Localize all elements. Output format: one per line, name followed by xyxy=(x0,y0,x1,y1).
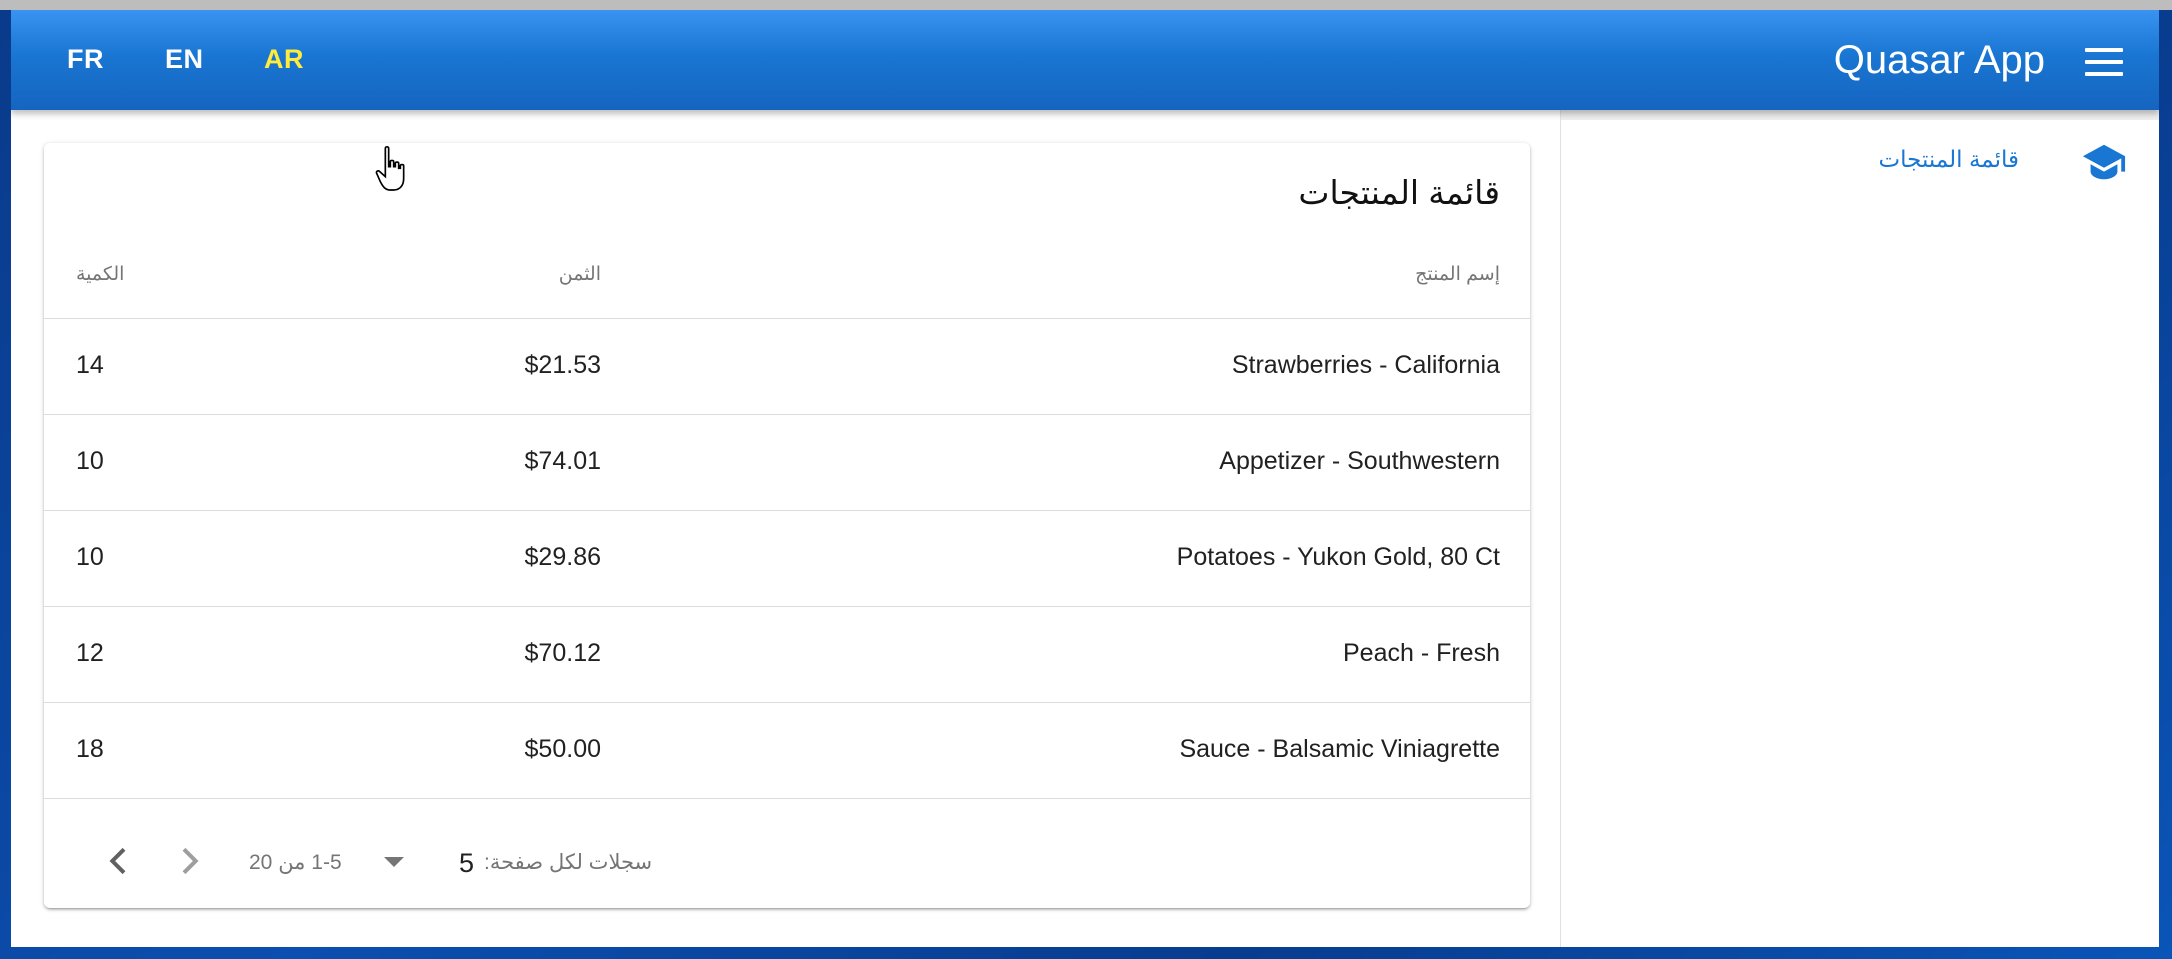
products-table-card: قائمة المنتجات الكمية الثمن إسم المنتج 1… xyxy=(44,143,1530,908)
table-row[interactable]: 10 $29.86 Potatoes - Yukon Gold, 80 Ct xyxy=(44,511,1530,607)
cell-quantity: 10 xyxy=(76,543,104,571)
pagination-range: 1-5 من 20 xyxy=(249,851,342,874)
app-header: FR EN AR Quasar App xyxy=(11,10,2159,110)
cell-quantity: 18 xyxy=(76,735,104,763)
cell-price: $29.86 xyxy=(524,543,601,571)
cell-name: Sauce - Balsamic Viniagrette xyxy=(1179,735,1500,763)
drawer-item-label: قائمة المنتجات xyxy=(1878,146,2019,172)
rows-per-page-select[interactable]: 5 xyxy=(384,841,474,881)
cell-quantity: 10 xyxy=(76,447,104,475)
window-top-strip xyxy=(0,0,2172,10)
drawer-item-products[interactable]: قائمة المنتجات xyxy=(1561,138,2159,198)
table-row[interactable]: 14 $21.53 Strawberries - California xyxy=(44,319,1530,415)
column-header-name[interactable]: إسم المنتج xyxy=(1415,263,1500,286)
cell-quantity: 14 xyxy=(76,351,104,379)
cell-price: $70.12 xyxy=(524,639,601,667)
rows-per-page-value: 5 xyxy=(458,848,474,878)
cell-name: Appetizer - Southwestern xyxy=(1219,447,1500,475)
language-fr-button[interactable]: FR xyxy=(67,44,104,75)
table-row[interactable]: 18 $50.00 Sauce - Balsamic Viniagrette xyxy=(44,703,1530,799)
graduation-cap-icon xyxy=(2082,144,2126,180)
chevron-left-icon[interactable] xyxy=(99,841,139,881)
language-en-button[interactable]: EN xyxy=(165,44,204,75)
cell-price: $21.53 xyxy=(524,351,601,379)
hand-cursor-icon xyxy=(375,146,405,191)
table-row[interactable]: 12 $70.12 Peach - Fresh xyxy=(44,607,1530,703)
side-drawer: قائمة المنتجات xyxy=(1560,110,2159,947)
caret-down-icon xyxy=(384,857,404,867)
menu-icon[interactable] xyxy=(2085,48,2123,76)
language-ar-button[interactable]: AR xyxy=(264,44,304,75)
app-window: FR EN AR Quasar App قائمة المنتجات قائمة… xyxy=(11,10,2159,947)
rows-per-page-label: سجلات لكل صفحة: xyxy=(484,851,653,874)
cell-name: Strawberries - California xyxy=(1231,351,1500,379)
table-pagination: سجلات لكل صفحة: 5 1-5 من 20 xyxy=(44,815,1530,908)
app-title: Quasar App xyxy=(1833,38,2045,82)
table-row[interactable]: 10 $74.01 Appetizer - Southwestern xyxy=(44,415,1530,511)
cell-quantity: 12 xyxy=(76,639,104,667)
drawer-divider xyxy=(1561,110,2159,120)
column-header-quantity[interactable]: الكمية xyxy=(76,263,124,286)
cell-name: Potatoes - Yukon Gold, 80 Ct xyxy=(1176,543,1500,571)
table-header-row: الكمية الثمن إسم المنتج xyxy=(44,263,1530,319)
cell-name: Peach - Fresh xyxy=(1342,639,1500,667)
cell-price: $74.01 xyxy=(524,447,601,475)
table-title: قائمة المنتجات xyxy=(1298,174,1500,211)
chevron-right-icon[interactable] xyxy=(169,841,209,881)
cell-price: $50.00 xyxy=(524,735,601,763)
column-header-price[interactable]: الثمن xyxy=(559,263,601,286)
